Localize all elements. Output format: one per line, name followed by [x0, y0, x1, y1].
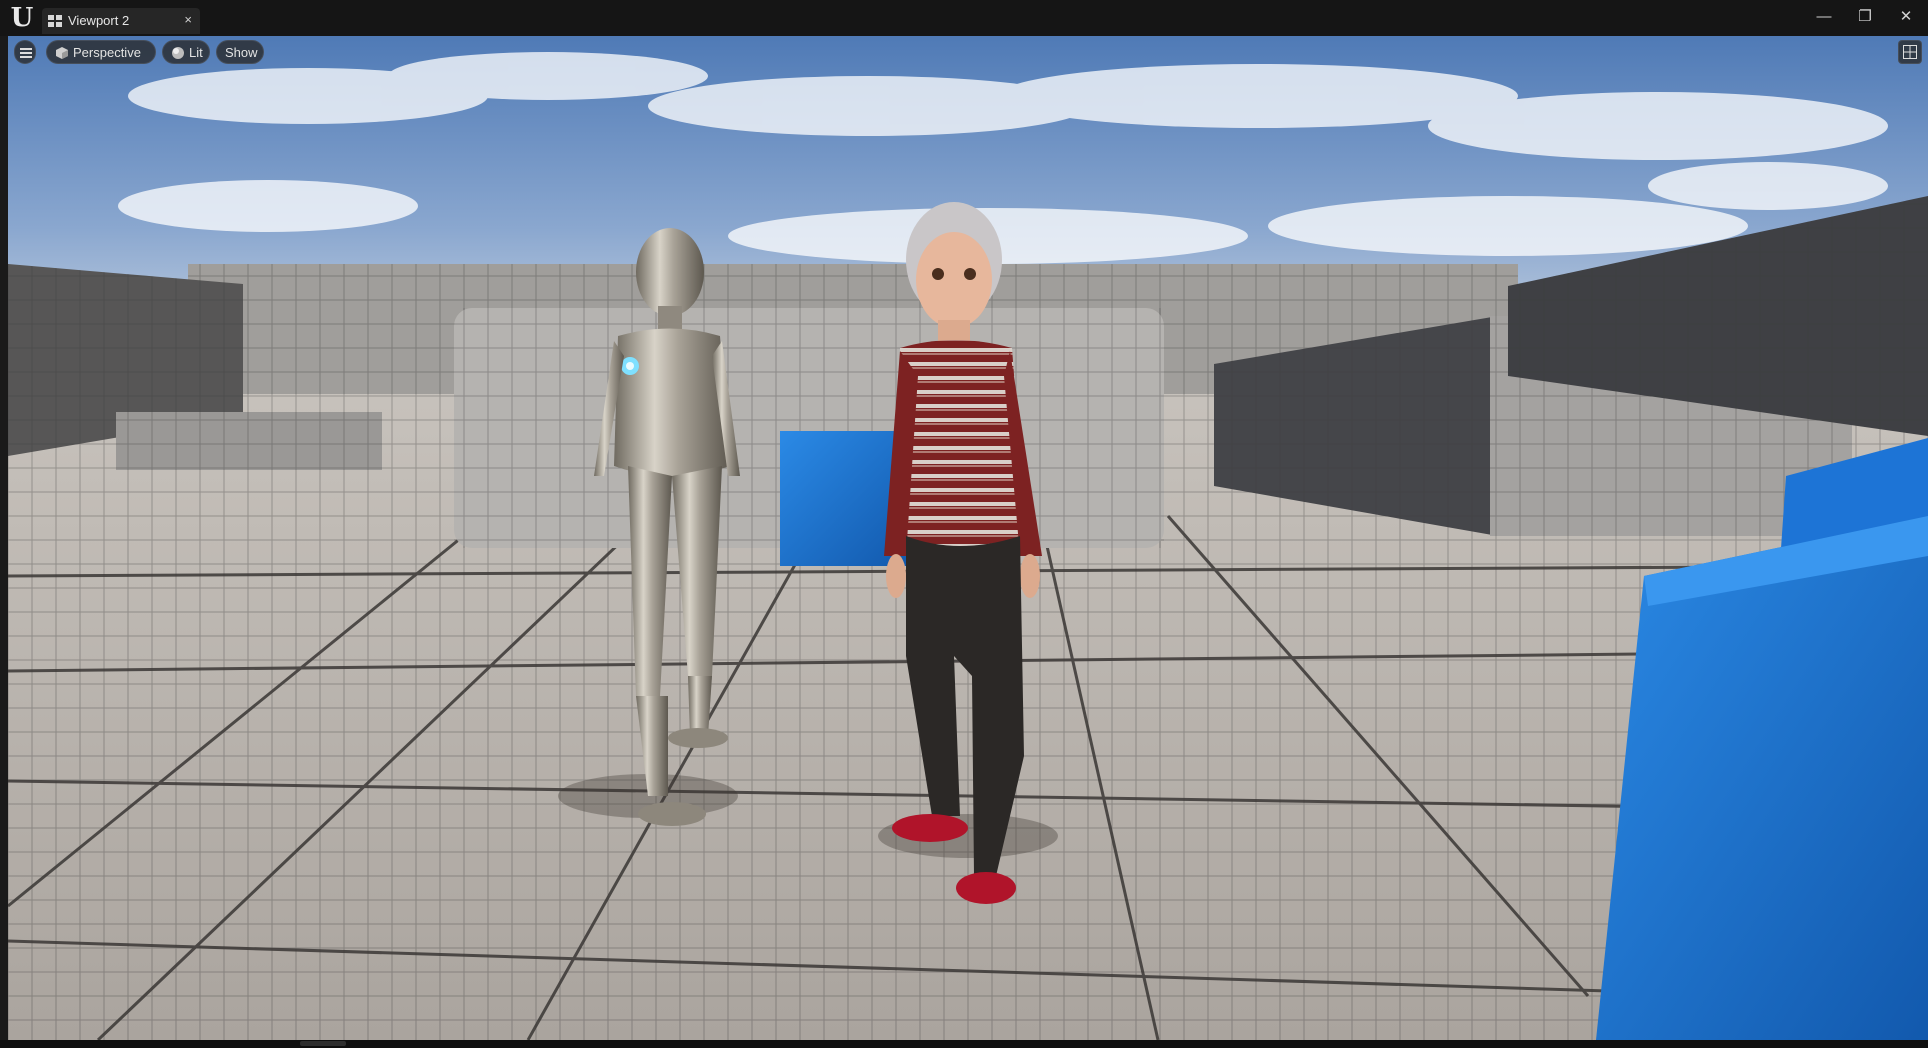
unreal-logo-icon: U: [10, 3, 34, 33]
lit-label: Lit: [189, 45, 203, 60]
viewport-layout-icon: [1903, 45, 1917, 59]
viewport-tab-icon: [48, 15, 62, 27]
restore-button[interactable]: ❐: [1845, 4, 1885, 30]
show-button[interactable]: Show: [216, 40, 264, 64]
title-bar: U Viewport 2 × — ❐ ✕: [0, 0, 1928, 36]
scroll-thumb[interactable]: [300, 1041, 346, 1046]
tab-close-icon[interactable]: ×: [184, 12, 192, 27]
lit-button[interactable]: Lit: [162, 40, 210, 64]
minimize-button[interactable]: —: [1804, 4, 1844, 30]
tab-viewport-2[interactable]: Viewport 2 ×: [42, 8, 200, 34]
show-label: Show: [225, 45, 258, 60]
perspective-label: Perspective: [73, 45, 141, 60]
left-edge-strip: [0, 36, 8, 1040]
lit-sphere-icon: [172, 47, 184, 59]
viewport-layout-button[interactable]: [1898, 40, 1922, 64]
perspective-button[interactable]: Perspective: [46, 40, 156, 64]
scene-render: [8, 36, 1928, 1040]
bottom-status-bar: [0, 1040, 1928, 1048]
hamburger-icon: [20, 48, 32, 58]
tab-label: Viewport 2: [68, 13, 130, 28]
level-viewport[interactable]: Perspective Lit Show: [8, 36, 1928, 1040]
cube-icon: [56, 47, 68, 59]
viewport-menu-button[interactable]: [14, 40, 36, 64]
close-window-button[interactable]: ✕: [1886, 4, 1926, 30]
